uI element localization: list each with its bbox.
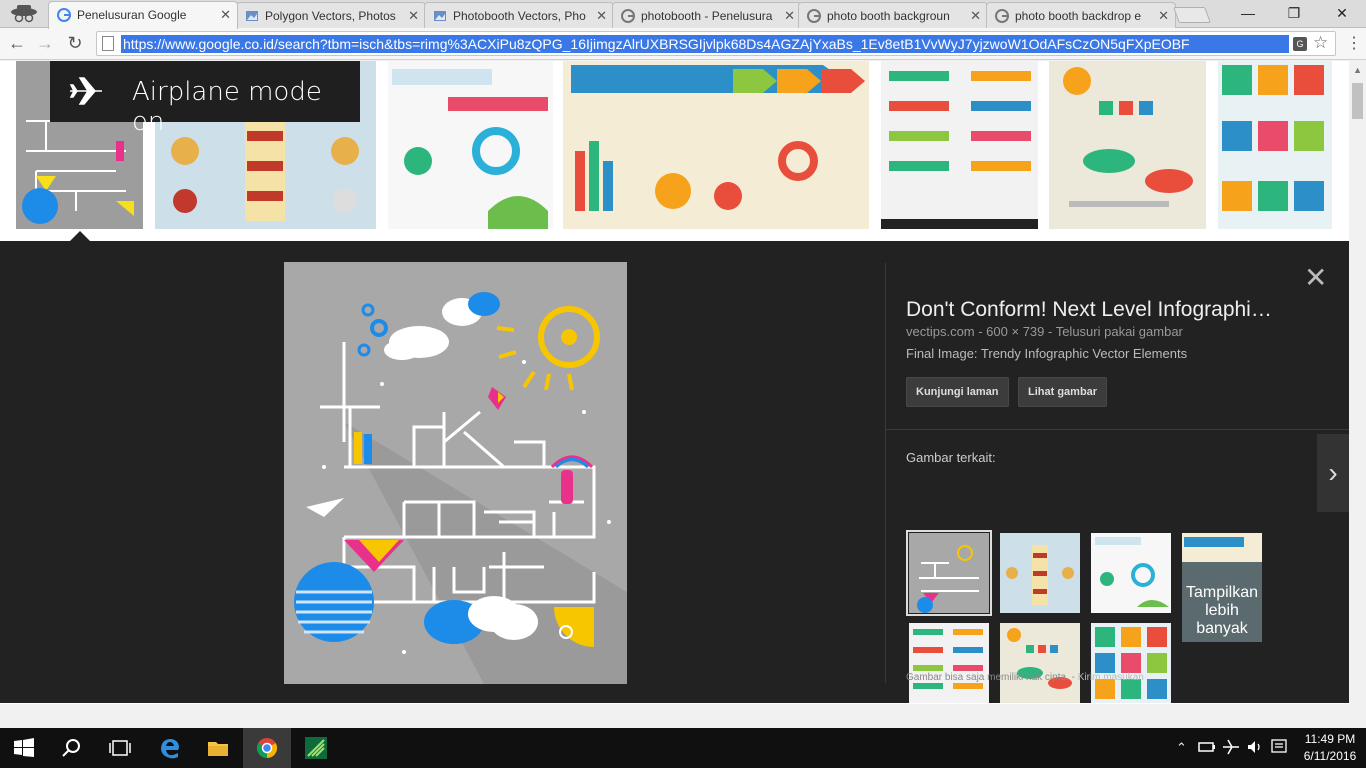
close-tab-icon[interactable]: ✕ bbox=[784, 8, 795, 24]
tab-polygon-vectors[interactable]: Polygon Vectors, Photos ✕ bbox=[236, 2, 426, 28]
google-icon bbox=[807, 9, 821, 23]
reload-button[interactable]: ↻ bbox=[64, 32, 86, 54]
related-thumb-tabs[interactable] bbox=[909, 623, 989, 703]
forward-button[interactable]: → bbox=[34, 32, 56, 54]
taskbar-clock[interactable]: 11:49 PM 6/11/2016 bbox=[1300, 731, 1360, 765]
preview-title[interactable]: Don't Conform! Next Level Infographi… bbox=[906, 298, 1306, 322]
url-text[interactable]: https://www.google.co.id/search?tbm=isch… bbox=[121, 35, 1289, 53]
visit-page-button[interactable]: Kunjungi laman bbox=[906, 377, 1009, 407]
close-preview-icon[interactable]: ✕ bbox=[1304, 261, 1327, 294]
tab-label: photobooth - Penelusura bbox=[641, 9, 773, 23]
result-thumb-infographics-vector[interactable] bbox=[388, 61, 553, 229]
browser-toolbar: ← → ↻ https://www.google.co.id/search?tb… bbox=[0, 28, 1366, 60]
image-icon bbox=[434, 11, 446, 21]
tab-strip: Penelusuran Google ✕ Polygon Vectors, Ph… bbox=[0, 0, 1366, 29]
page-scrollbar[interactable]: ▲ bbox=[1349, 61, 1366, 704]
related-thumb-percent[interactable] bbox=[1000, 623, 1080, 703]
bookmark-star-icon[interactable]: ☆ bbox=[1313, 33, 1328, 53]
close-tab-icon[interactable]: ✕ bbox=[1158, 8, 1169, 24]
image-icon bbox=[246, 11, 258, 21]
scroll-up-arrow[interactable]: ▲ bbox=[1353, 65, 1362, 75]
related-thumb-lasagna[interactable] bbox=[1000, 533, 1080, 613]
tab-label: photo booth backdrop e bbox=[1015, 9, 1142, 23]
tab-label: Polygon Vectors, Photos bbox=[265, 9, 396, 23]
tab-label: Photobooth Vectors, Pho bbox=[453, 9, 586, 23]
copyright-notice: Gambar bisa saja memiliki hak cipta. - K… bbox=[906, 672, 1144, 683]
edge-browser-icon[interactable] bbox=[158, 736, 182, 760]
tab-label: photo booth backgroun bbox=[827, 9, 950, 23]
show-hidden-icons[interactable]: ⌃ bbox=[1176, 740, 1187, 756]
minimize-button[interactable]: — bbox=[1228, 2, 1268, 24]
close-tab-icon[interactable]: ✕ bbox=[596, 8, 607, 24]
tab-photo-booth-backdrop[interactable]: photo booth backdrop e ✕ bbox=[986, 2, 1176, 28]
translate-icon[interactable]: G bbox=[1293, 37, 1307, 51]
preview-image[interactable] bbox=[284, 262, 627, 684]
app-icon[interactable] bbox=[304, 736, 328, 760]
tab-photo-booth-background[interactable]: photo booth backgroun ✕ bbox=[798, 2, 988, 28]
related-thumb-take-me-out[interactable] bbox=[906, 530, 992, 616]
clock-time: 11:49 PM bbox=[1304, 732, 1356, 746]
chrome-menu-icon[interactable]: ⋮ bbox=[1346, 33, 1362, 53]
airplane-mode-notification: Airplane mode on bbox=[50, 61, 360, 137]
battery-icon[interactable] bbox=[1198, 738, 1216, 756]
chrome-icon[interactable] bbox=[255, 736, 279, 760]
google-icon bbox=[57, 8, 71, 22]
panel-divider bbox=[885, 263, 886, 683]
next-image-arrow[interactable]: › bbox=[1317, 434, 1349, 512]
google-icon bbox=[621, 9, 635, 23]
close-tab-icon[interactable]: ✕ bbox=[220, 7, 231, 23]
maximize-button[interactable]: ❐ bbox=[1274, 2, 1314, 24]
new-tab-button[interactable] bbox=[1173, 7, 1211, 23]
result-thumb-percent-infographic[interactable] bbox=[1049, 61, 1206, 229]
windows-taskbar: ⌃ 11:49 PM 6/11/2016 bbox=[0, 728, 1366, 768]
tab-photobooth-vectors[interactable]: Photobooth Vectors, Pho ✕ bbox=[424, 2, 614, 28]
result-thumb-tabs-infographic[interactable] bbox=[881, 61, 1038, 229]
google-icon bbox=[995, 9, 1009, 23]
image-preview-panel: ✕ Don't Conform! Next Level Infographi… … bbox=[0, 241, 1349, 703]
copyright-text: Gambar bisa saja memiliki hak cipta. bbox=[906, 672, 1069, 683]
scrollbar-thumb[interactable] bbox=[1352, 83, 1363, 119]
search-results-page: Airplane mode on ✕ Don't Conform! Next L… bbox=[0, 61, 1366, 704]
address-bar[interactable]: https://www.google.co.id/search?tbm=isch… bbox=[96, 31, 1336, 56]
windows-start-icon[interactable] bbox=[12, 736, 36, 760]
window-close-button[interactable]: ✕ bbox=[1322, 2, 1362, 24]
back-button[interactable]: ← bbox=[6, 32, 28, 54]
task-view-icon[interactable] bbox=[108, 736, 132, 760]
search-icon[interactable] bbox=[60, 736, 84, 760]
tab-label: Penelusuran Google bbox=[77, 8, 187, 22]
airplane-mode-text: Airplane mode on bbox=[132, 77, 322, 137]
incognito-icon bbox=[11, 5, 37, 23]
result-thumb-many-infographics[interactable] bbox=[1218, 61, 1332, 229]
selected-pointer bbox=[70, 231, 90, 241]
related-thumb-many[interactable] bbox=[1091, 623, 1171, 703]
page-icon bbox=[102, 36, 114, 51]
result-thumb-infographic-world[interactable] bbox=[563, 61, 869, 229]
related-divider bbox=[886, 429, 1349, 430]
related-images-label: Gambar terkait: bbox=[906, 450, 996, 465]
preview-meta: vectips.com - 600 × 739 - Telusuri pakai… bbox=[906, 324, 1183, 339]
airplane-icon bbox=[69, 77, 102, 105]
tab-photobooth-search[interactable]: photobooth - Penelusura ✕ bbox=[612, 2, 802, 28]
close-tab-icon[interactable]: ✕ bbox=[408, 8, 419, 24]
tab-penelusuran-google[interactable]: Penelusuran Google ✕ bbox=[48, 1, 238, 29]
volume-icon[interactable] bbox=[1246, 738, 1264, 756]
send-feedback-link[interactable]: Kirim masukan bbox=[1078, 672, 1144, 683]
file-explorer-icon[interactable] bbox=[206, 736, 230, 760]
show-more-button[interactable]: Tampilkan lebih banyak bbox=[1182, 562, 1262, 642]
action-center-icon[interactable] bbox=[1270, 738, 1288, 756]
airplane-tray-icon[interactable] bbox=[1222, 738, 1240, 756]
close-tab-icon[interactable]: ✕ bbox=[970, 8, 981, 24]
preview-description: Final Image: Trendy Infographic Vector E… bbox=[906, 346, 1188, 361]
related-thumb-infographics-vector[interactable] bbox=[1091, 533, 1171, 613]
clock-date: 6/11/2016 bbox=[1303, 749, 1357, 763]
view-image-button[interactable]: Lihat gambar bbox=[1018, 377, 1108, 407]
